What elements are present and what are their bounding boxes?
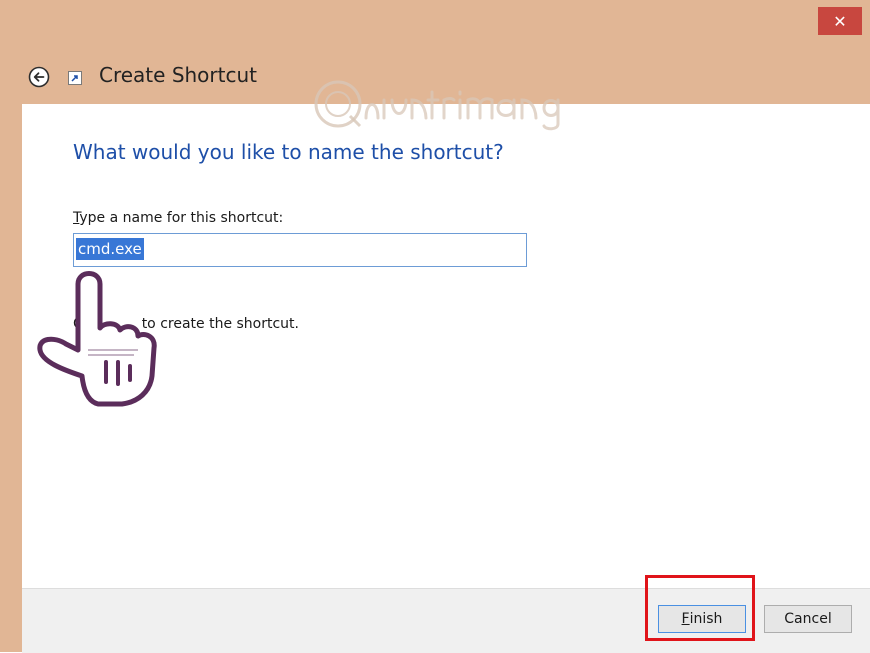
page-heading: What would you like to name the shortcut… — [73, 140, 504, 164]
cancel-button[interactable]: Cancel — [764, 605, 852, 633]
back-arrow-icon[interactable] — [28, 66, 50, 88]
label-text: ype a name for this shortcut: — [79, 210, 284, 226]
title-bar: ✕ Create Shortcut — [0, 0, 870, 104]
pointing-hand-icon — [37, 271, 157, 407]
wizard-footer: Finish Cancel — [22, 575, 870, 653]
window-title: Create Shortcut — [99, 63, 257, 87]
finish-access-key: F — [681, 611, 690, 627]
shortcut-icon — [68, 71, 82, 85]
create-shortcut-window: ✕ Create Shortcut What would you like to… — [0, 0, 870, 653]
close-button[interactable]: ✕ — [818, 7, 862, 35]
name-field-label: Type a name for this shortcut: — [73, 210, 283, 226]
window-left-edge — [0, 104, 22, 652]
selected-text: cmd.exe — [76, 238, 144, 260]
shortcut-name-input[interactable]: cmd.exe — [73, 233, 527, 267]
close-icon: ✕ — [833, 11, 847, 31]
finish-button[interactable]: Finish — [658, 605, 746, 633]
finish-label: inish — [689, 611, 723, 627]
